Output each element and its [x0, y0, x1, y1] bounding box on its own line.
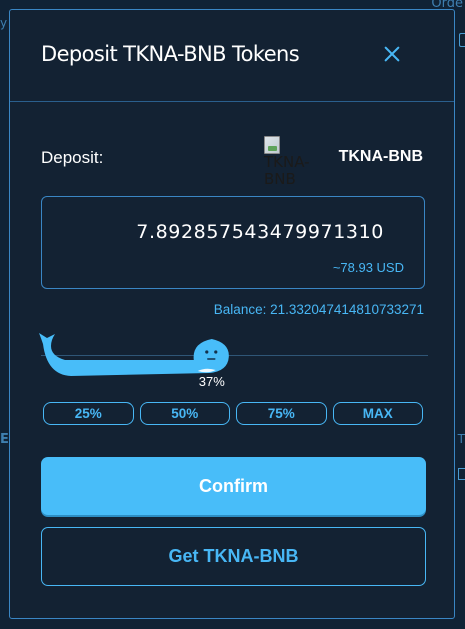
- token-image-broken: TKNA-BNB: [264, 136, 324, 196]
- deposit-modal: Deposit TKNA-BNB Tokens Deposit: TKNA-BN…: [9, 9, 455, 619]
- background-left-fragment: y: [0, 16, 8, 30]
- deposit-row: Deposit: TKNA-BNB TKNA-BNB: [41, 136, 423, 196]
- amount-usd-value: ~78.93 USD: [332, 260, 404, 275]
- amount-slider[interactable]: 37%: [33, 322, 428, 392]
- whale-icon[interactable]: [33, 322, 233, 382]
- background-right-icon: [459, 33, 465, 47]
- token-image-alt-text: TKNA-BNB: [264, 153, 310, 188]
- broken-image-icon: [264, 136, 280, 154]
- preset-buttons: 25% 50% 75% MAX: [43, 402, 423, 425]
- balance-text[interactable]: Balance: 21.332047414810733271: [214, 302, 424, 317]
- modal-title: Deposit TKNA-BNB Tokens: [41, 42, 300, 66]
- get-token-button[interactable]: Get TKNA-BNB: [41, 527, 426, 586]
- confirm-button[interactable]: Confirm: [41, 457, 426, 515]
- slider-percent-label: 37%: [198, 374, 225, 389]
- modal-header: Deposit TKNA-BNB Tokens: [10, 10, 454, 102]
- background-left-fragment-mid: E: [0, 432, 9, 447]
- deposit-label: Deposit:: [41, 148, 104, 167]
- preset-max-button[interactable]: MAX: [332, 402, 423, 425]
- preset-75-button[interactable]: 75%: [236, 402, 327, 425]
- background-right-fragment-mid: T: [457, 432, 465, 446]
- close-icon[interactable]: [384, 46, 400, 62]
- token-symbol: TKNA-BNB: [338, 148, 423, 165]
- amount-input-box[interactable]: 7.892857543479971310 ~78.93 USD: [41, 196, 425, 289]
- amount-input[interactable]: 7.892857543479971310: [42, 221, 384, 243]
- background-right-icon-lower: [458, 468, 465, 480]
- preset-25-button[interactable]: 25%: [43, 402, 134, 425]
- preset-50-button[interactable]: 50%: [139, 402, 230, 425]
